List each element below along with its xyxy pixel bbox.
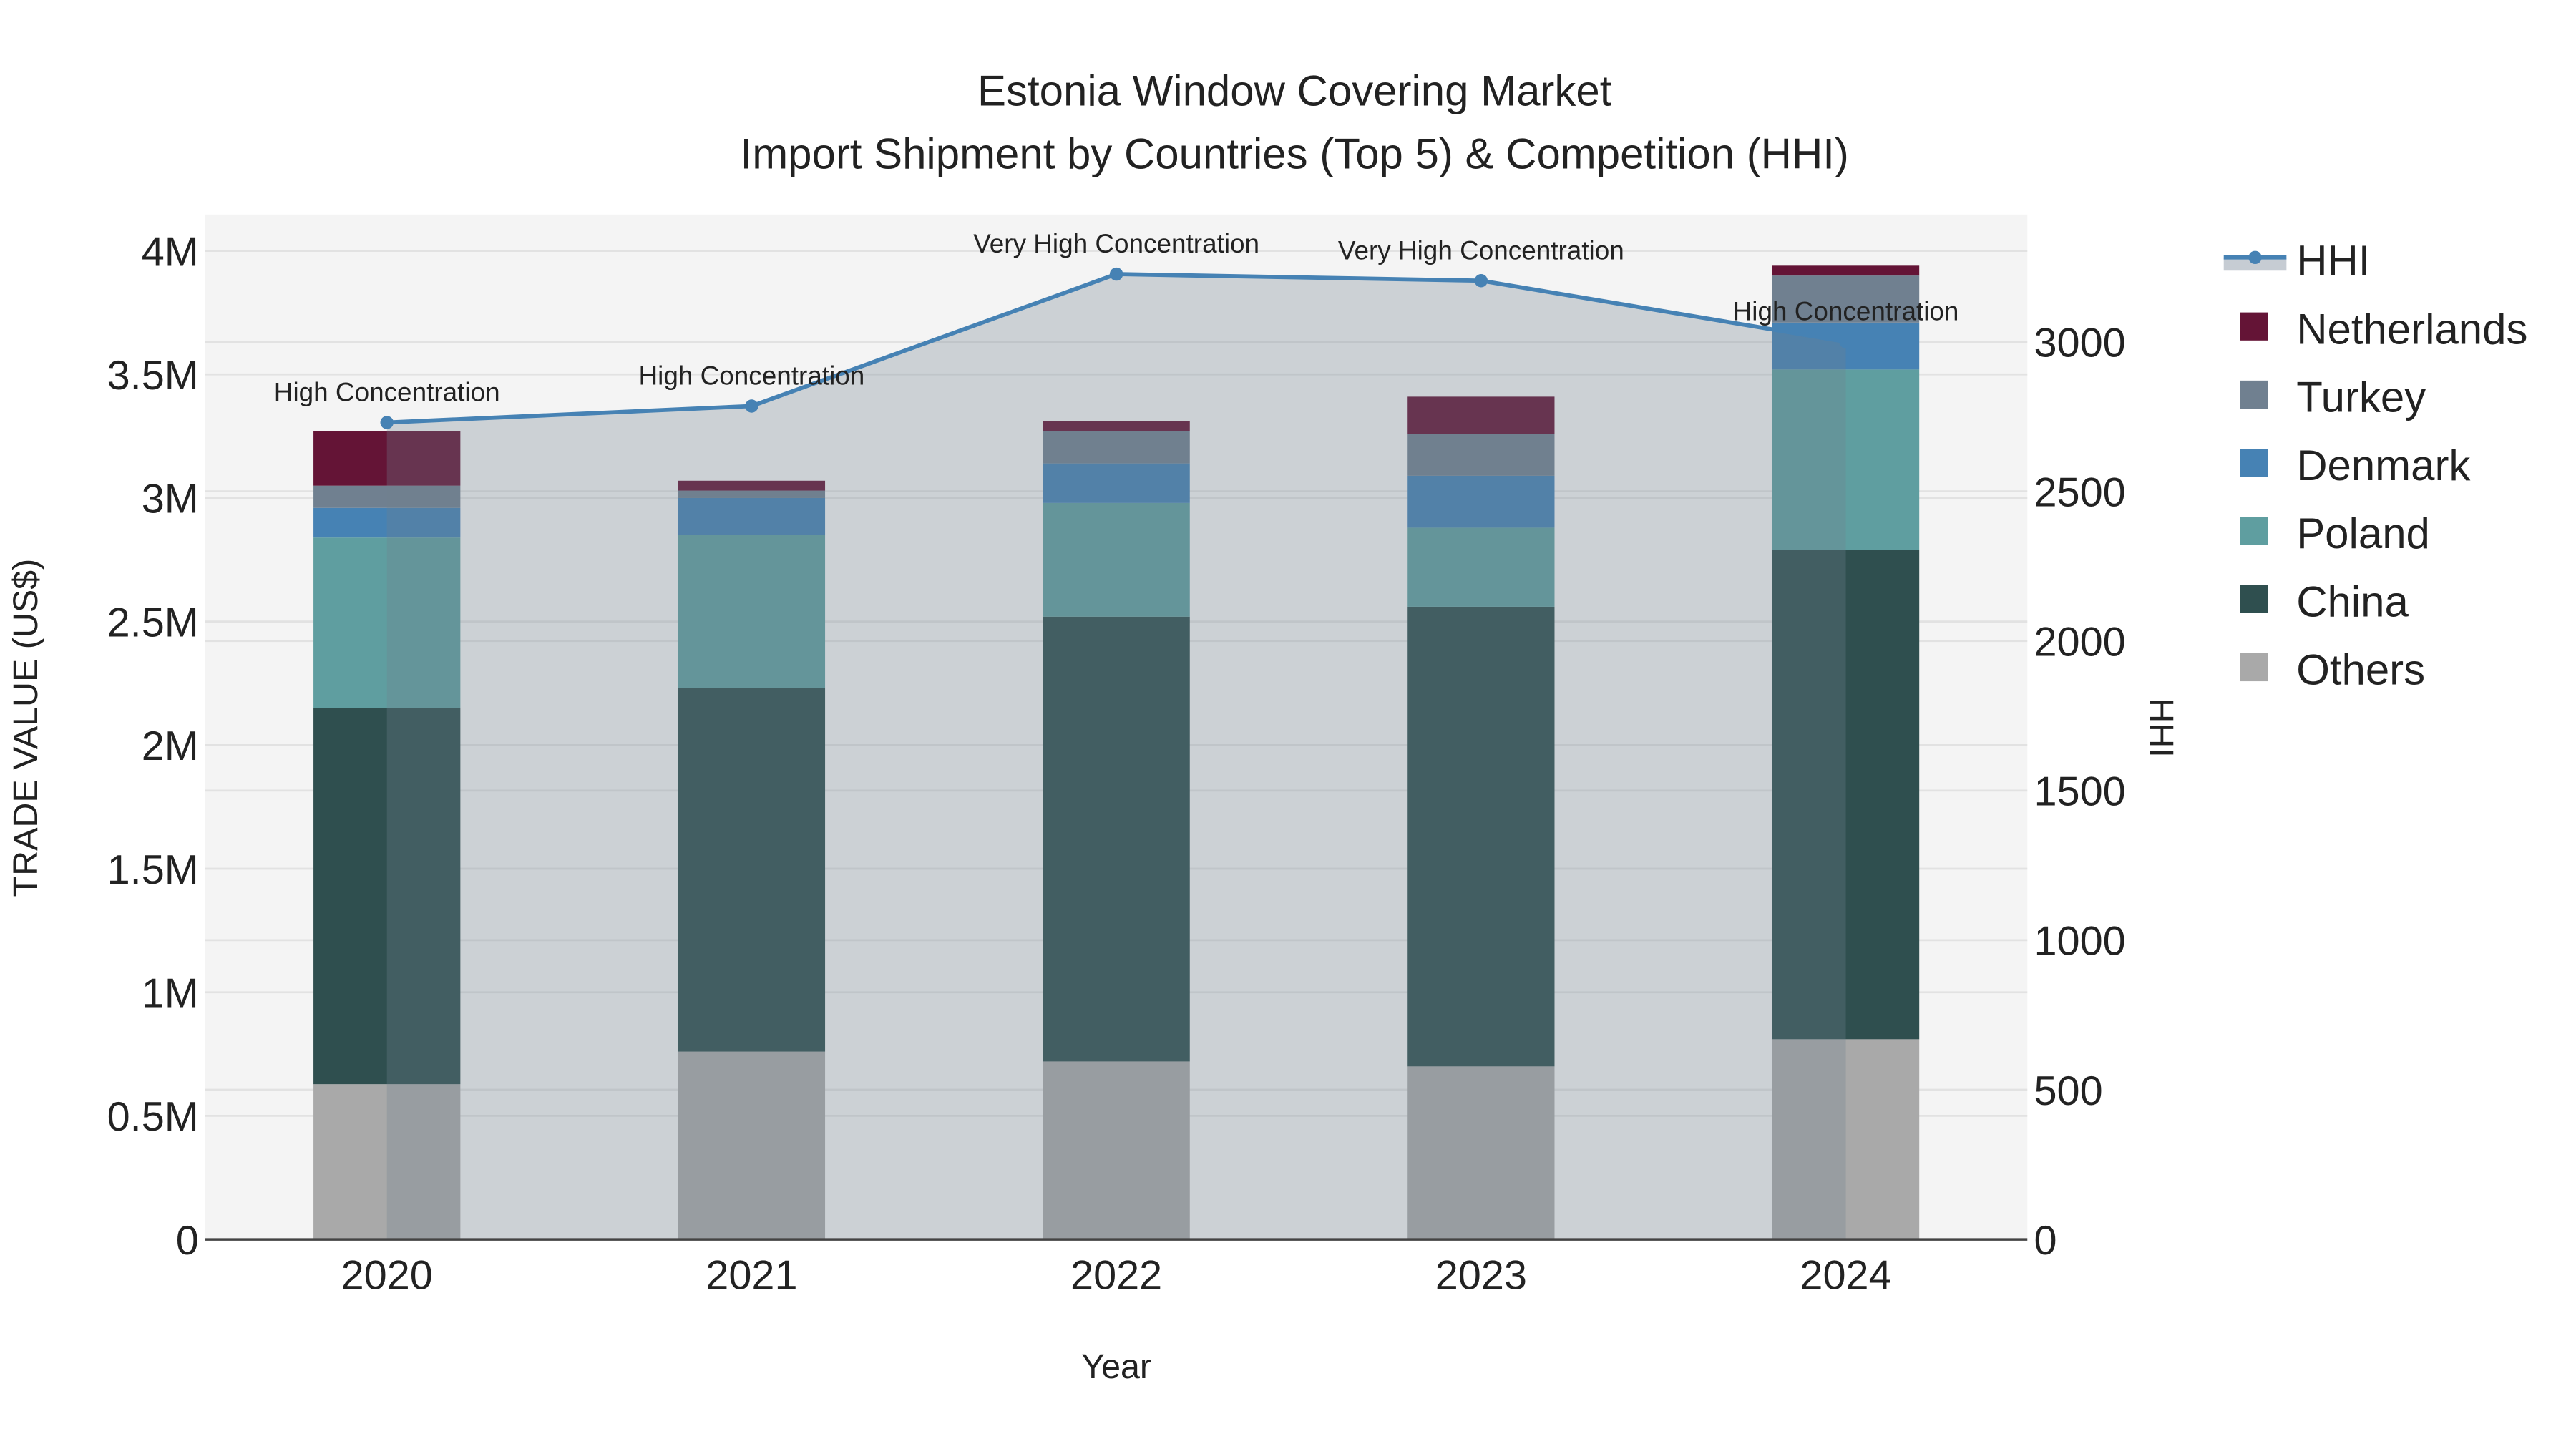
- legend-label: Denmark: [2296, 441, 2471, 489]
- legend-item-china[interactable]: China: [2240, 577, 2409, 625]
- y2-axis-title: HHI: [2142, 698, 2180, 757]
- y-tick-label: 0.5M: [107, 1094, 199, 1140]
- legend-item-denmark[interactable]: Denmark: [2240, 441, 2472, 489]
- y-axis-title: TRADE VALUE (US$): [6, 559, 45, 897]
- x-axis-title: Year: [1081, 1347, 1151, 1386]
- hhi-annotation-2022: Very High Concentration: [973, 229, 1259, 258]
- legend-label: Others: [2296, 646, 2425, 694]
- x-tick-label: 2023: [1435, 1252, 1527, 1298]
- y-tick-label: 4M: [142, 229, 199, 275]
- y-tick-label: 1M: [142, 970, 199, 1016]
- legend-swatch-others: [2240, 653, 2268, 682]
- legend[interactable]: HHI Netherlands Turkey Denmark Poland China Ot…: [2223, 237, 2528, 694]
- x-tick-label: 2024: [1800, 1252, 1891, 1298]
- hhi-point-2024: [1839, 335, 1853, 348]
- hhi-annotation-2021: High Concentration: [639, 361, 865, 390]
- legend-item-poland[interactable]: Poland: [2240, 509, 2430, 557]
- x-tick-label: 2021: [706, 1252, 797, 1298]
- legend-item-turkey[interactable]: Turkey: [2240, 374, 2426, 421]
- y2-tick-label: 1000: [2034, 919, 2125, 965]
- y2-tick-label: 0: [2034, 1218, 2057, 1264]
- hhi-point-2021: [745, 399, 758, 413]
- y2-tick-label: 500: [2034, 1068, 2102, 1114]
- chart: High Concentration High Concentration Very…: [6, 67, 2528, 1386]
- legend-swatch-poland: [2240, 517, 2268, 545]
- legend-swatch-denmark: [2240, 449, 2268, 477]
- legend-label: Turkey: [2296, 374, 2426, 421]
- legend-label: Netherlands: [2296, 305, 2527, 353]
- hhi-annotation-2023: Very High Concentration: [1338, 235, 1624, 265]
- y2-tick-label: 2500: [2034, 469, 2125, 515]
- legend-item-others[interactable]: Others: [2240, 646, 2425, 694]
- chart-title-line1: Estonia Window Covering Market: [977, 67, 1612, 115]
- y2-tick-label: 2000: [2034, 619, 2125, 665]
- hhi-point-2023: [1474, 274, 1488, 288]
- legend-label: China: [2296, 577, 2409, 625]
- hhi-point-2020: [380, 416, 394, 429]
- y-tick-label: 2.5M: [107, 600, 199, 645]
- chart-title-line2: Import Shipment by Countries (Top 5) & C…: [741, 130, 1849, 177]
- hhi-annotation-2020: High Concentration: [274, 377, 500, 406]
- legend-swatch-china: [2240, 585, 2268, 613]
- hhi-annotation-2024: High Concentration: [1733, 297, 1959, 326]
- y-tick-label: 1.5M: [107, 847, 199, 893]
- x-tick-label: 2022: [1070, 1252, 1162, 1298]
- y-tick-label: 0: [176, 1218, 199, 1264]
- legend-item-netherlands[interactable]: Netherlands: [2240, 305, 2528, 353]
- hhi-area: [386, 274, 1846, 1240]
- legend-swatch-netherlands: [2240, 312, 2268, 341]
- legend-label: HHI: [2296, 237, 2370, 285]
- y2-tick-label: 3000: [2034, 320, 2125, 366]
- y2-tick-label: 1500: [2034, 769, 2125, 815]
- bar-netherlands-2024: [1772, 265, 1920, 276]
- y-tick-label: 3.5M: [107, 353, 199, 399]
- legend-swatch-hhi-marker: [2248, 250, 2262, 265]
- legend-item-hhi[interactable]: HHI: [2223, 237, 2371, 285]
- y-tick-label: 3M: [142, 477, 199, 522]
- y-tick-label: 2M: [142, 723, 199, 769]
- x-tick-label: 2020: [341, 1252, 433, 1298]
- legend-swatch-turkey: [2240, 380, 2268, 409]
- legend-label: Poland: [2296, 509, 2430, 557]
- hhi-point-2022: [1109, 267, 1123, 281]
